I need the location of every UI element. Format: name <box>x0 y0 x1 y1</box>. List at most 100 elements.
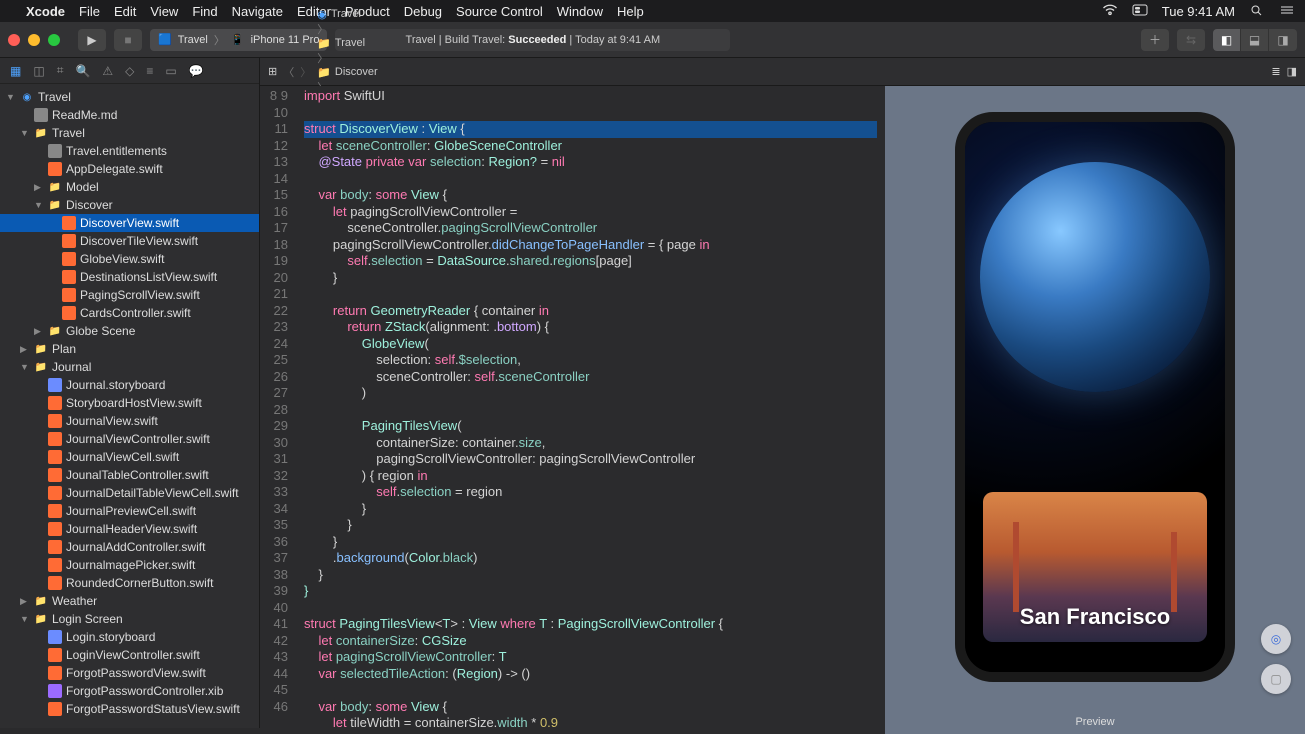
tree-item[interactable]: DestinationsListView.swift <box>0 268 259 286</box>
code-review-button[interactable]: ⇆ <box>1177 29 1205 51</box>
test-nav-tab[interactable]: ◇ <box>125 64 134 78</box>
jumpbar-seg-2[interactable]: 📁 Discover <box>317 66 426 79</box>
report-nav-tab[interactable]: 💬 <box>189 64 204 78</box>
tree-item[interactable]: Login.storyboard <box>0 628 259 646</box>
tree-item[interactable]: ▼📁Discover <box>0 196 259 214</box>
tree-item[interactable]: ▶📁Plan <box>0 340 259 358</box>
tree-item[interactable]: ▼📁Travel <box>0 124 259 142</box>
tree-item[interactable]: JournalmagePicker.swift <box>0 556 259 574</box>
tree-item[interactable]: ForgotPasswordView.swift <box>0 664 259 682</box>
debug-nav-tab[interactable]: ≡ <box>146 64 153 78</box>
tree-item[interactable]: JournalView.swift <box>0 412 259 430</box>
jump-bar: ⊞ 〈 〉 ◉ Travel〉📁 Travel〉📁 Discover〉📄 Dis… <box>260 58 1305 86</box>
scheme-target: Travel <box>178 34 208 46</box>
code-editor[interactable]: 8 9 10 11 12 13 14 15 16 17 18 19 20 21 … <box>260 86 885 734</box>
menu-xcode[interactable]: Xcode <box>26 4 65 19</box>
menu-navigate[interactable]: Navigate <box>232 4 283 19</box>
menu-extras-icon[interactable] <box>1279 4 1295 19</box>
menu-edit[interactable]: Edit <box>114 4 136 19</box>
tree-item[interactable]: JournalHeaderView.swift <box>0 520 259 538</box>
window-controls <box>8 34 60 46</box>
tree-item[interactable]: ▶📁Model <box>0 178 259 196</box>
phone-preview[interactable]: San Francisco <box>955 112 1235 682</box>
control-center-icon[interactable] <box>1132 4 1148 19</box>
tree-item[interactable]: JournalViewCell.swift <box>0 448 259 466</box>
stop-button[interactable]: ■ <box>114 29 142 51</box>
clock[interactable]: Tue 9:41 AM <box>1162 4 1235 19</box>
tree-item[interactable]: DiscoverTileView.swift <box>0 232 259 250</box>
menubar: XcodeFileEditViewFindNavigateEditorProdu… <box>0 0 1305 22</box>
panel-toggles: ◧ ⬓ ◨ <box>1213 29 1297 51</box>
source-control-nav-tab[interactable]: ◫ <box>33 64 44 78</box>
toggle-debug-button[interactable]: ⬓ <box>1241 29 1269 51</box>
jumpbar-seg-1[interactable]: 📁 Travel <box>317 37 426 50</box>
tree-item[interactable]: RoundedCornerButton.swift <box>0 574 259 592</box>
menu-file[interactable]: File <box>79 4 100 19</box>
project-nav-tab[interactable]: ▦ <box>10 64 21 78</box>
tree-item-label: Plan <box>52 342 76 356</box>
app-icon: 🟦 <box>158 33 172 46</box>
tree-item[interactable]: JournalDetailTableViewCell.swift <box>0 484 259 502</box>
find-nav-tab[interactable]: 🔍 <box>75 64 90 78</box>
tree-item[interactable]: Travel.entitlements <box>0 142 259 160</box>
project-tree[interactable]: ▼◉ Travel ReadMe.md▼📁Travel Travel.entitl… <box>0 84 259 728</box>
menu-view[interactable]: View <box>150 4 178 19</box>
tree-item-label: Discover <box>66 198 113 212</box>
code-content[interactable]: import SwiftUI struct DiscoverView : Vie… <box>296 86 885 734</box>
tree-item[interactable]: GlobeView.swift <box>0 250 259 268</box>
tree-item[interactable]: AppDelegate.swift <box>0 160 259 178</box>
tree-item[interactable]: ForgotPasswordController.xib <box>0 682 259 700</box>
back-button[interactable]: 〈 <box>283 64 294 80</box>
tree-item[interactable]: JournalPreviewCell.swift <box>0 502 259 520</box>
tree-item[interactable]: JounalTableController.swift <box>0 466 259 484</box>
line-gutter: 8 9 10 11 12 13 14 15 16 17 18 19 20 21 … <box>260 86 296 734</box>
tree-item[interactable]: StoryboardHostView.swift <box>0 394 259 412</box>
tree-item[interactable]: JournalViewController.swift <box>0 430 259 448</box>
run-button[interactable]: ▶ <box>78 29 106 51</box>
menu-source-control[interactable]: Source Control <box>456 4 543 19</box>
tree-item[interactable]: ▼📁Login Screen <box>0 610 259 628</box>
tree-root[interactable]: ▼◉ Travel <box>0 88 259 106</box>
tree-item[interactable]: DiscoverView.swift <box>0 214 259 232</box>
tree-item[interactable]: ▶📁Weather <box>0 592 259 610</box>
scheme-selector[interactable]: 🟦 Travel 〉 📱 iPhone 11 Pro <box>150 29 327 51</box>
symbol-nav-tab[interactable]: ⌗ <box>57 63 64 78</box>
tree-item-label: JournalmagePicker.swift <box>66 558 195 572</box>
menu-help[interactable]: Help <box>617 4 644 19</box>
search-icon[interactable] <box>1249 4 1265 19</box>
zoom-window-button[interactable] <box>48 34 60 46</box>
issue-nav-tab[interactable]: ⚠ <box>102 64 113 78</box>
jumpbar-seg-0[interactable]: ◉ Travel <box>317 8 426 21</box>
tree-item[interactable]: ▶📁Globe Scene <box>0 322 259 340</box>
tree-item[interactable]: Journal.storyboard <box>0 376 259 394</box>
tree-item[interactable]: CardsController.swift <box>0 304 259 322</box>
live-preview-button[interactable]: ◎ <box>1261 624 1291 654</box>
tree-item[interactable]: ▼📁Journal <box>0 358 259 376</box>
add-editor-icon[interactable]: ◨ <box>1287 65 1297 78</box>
close-window-button[interactable] <box>8 34 20 46</box>
menu-find[interactable]: Find <box>192 4 217 19</box>
tree-item[interactable]: LoginViewController.swift <box>0 646 259 664</box>
tree-item-label: JournalHeaderView.swift <box>66 522 197 536</box>
tree-item[interactable]: ReadMe.md <box>0 106 259 124</box>
tree-item[interactable]: PagingScrollView.swift <box>0 286 259 304</box>
related-items-icon[interactable]: ⊞ <box>268 65 277 78</box>
minimize-window-button[interactable] <box>28 34 40 46</box>
menu-window[interactable]: Window <box>557 4 603 19</box>
tree-item-label: PagingScrollView.swift <box>80 288 200 302</box>
tree-item-label: GlobeView.swift <box>80 252 165 266</box>
wifi-icon[interactable] <box>1102 4 1118 19</box>
forward-button[interactable]: 〉 <box>300 64 311 80</box>
library-button[interactable]: ＋ <box>1141 29 1169 51</box>
tree-item-label: Travel.entitlements <box>66 144 167 158</box>
breakpoint-nav-tab[interactable]: ▭ <box>165 64 176 78</box>
editor-options-icon[interactable]: ≣ <box>1271 65 1280 78</box>
toggle-inspector-button[interactable]: ◨ <box>1269 29 1297 51</box>
preview-on-device-button[interactable]: ▢ <box>1261 664 1291 694</box>
tree-item[interactable]: JournalAddController.swift <box>0 538 259 556</box>
navigator-tabs: ▦ ◫ ⌗ 🔍 ⚠ ◇ ≡ ▭ 💬 <box>0 58 259 84</box>
tree-item-label: ForgotPasswordController.xib <box>66 684 223 698</box>
toggle-navigator-button[interactable]: ◧ <box>1213 29 1241 51</box>
tree-item[interactable]: ForgotPasswordStatusView.swift <box>0 700 259 718</box>
tree-item-label: CardsController.swift <box>80 306 191 320</box>
